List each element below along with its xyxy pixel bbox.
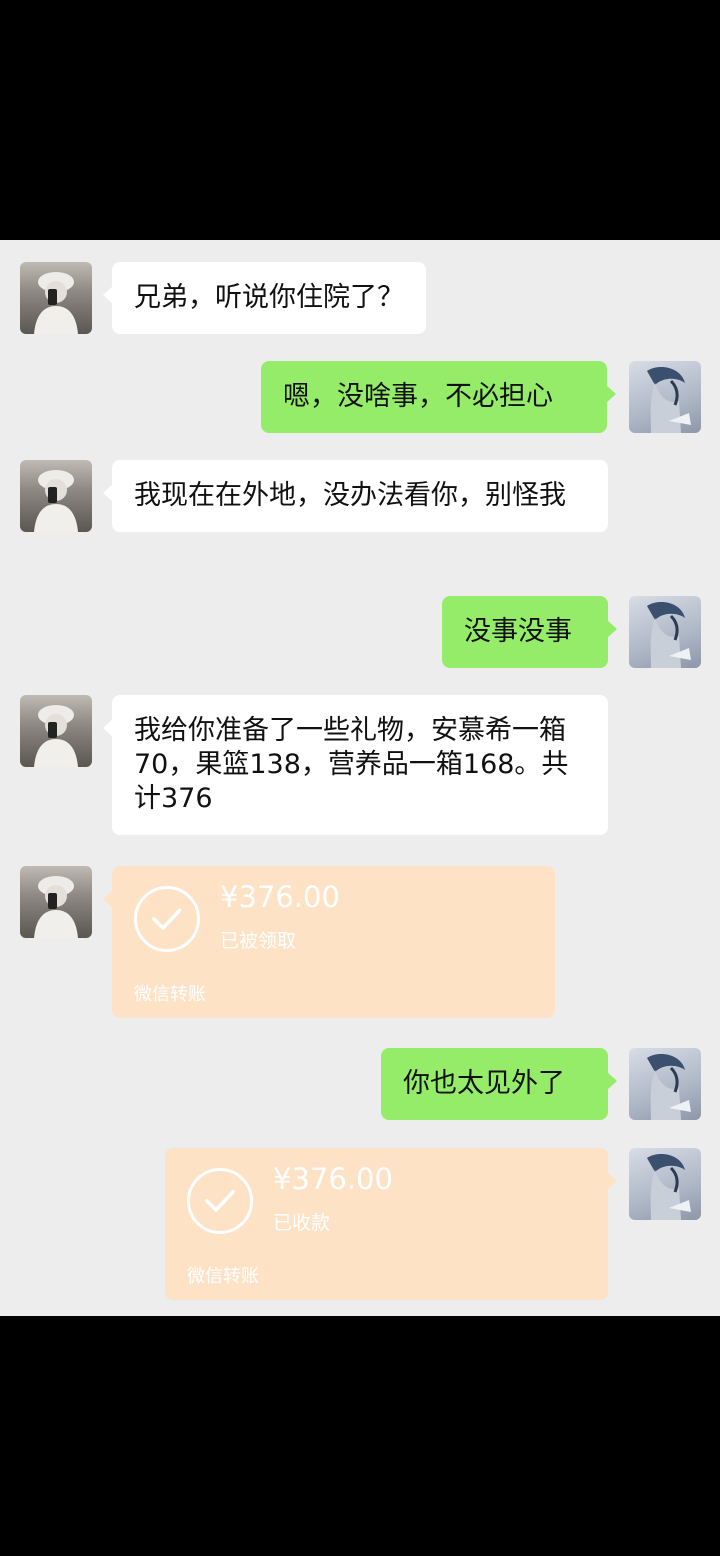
person-photo-icon — [34, 705, 78, 767]
anime-portrait-icon — [647, 367, 691, 433]
anime-portrait-icon — [647, 602, 691, 668]
chat-area[interactable]: 兄弟，听说你住院了？ 嗯，没啥事，不必担心 我现在在外地，没办法看你，别怪我 没… — [0, 240, 720, 1316]
message-bubble-outgoing[interactable]: 你也太见外了 — [381, 1048, 617, 1120]
check-circle-icon — [134, 886, 200, 952]
my-avatar[interactable] — [629, 1048, 701, 1120]
message-bubble-outgoing[interactable]: 嗯，没啥事，不必担心 — [261, 361, 616, 433]
my-avatar[interactable] — [629, 361, 701, 433]
message-bubble-incoming[interactable]: 我现在在外地，没办法看你，别怪我 — [103, 460, 608, 532]
transfer-card-incoming[interactable]: ¥376.00 已被领取 微信转账 — [103, 866, 555, 1018]
friend-avatar[interactable] — [20, 460, 92, 532]
transfer-amount: ¥376.00 — [273, 1162, 393, 1196]
transfer-card-outgoing[interactable]: ¥376.00 已收款 微信转账 — [165, 1148, 617, 1300]
person-photo-icon — [34, 470, 78, 532]
check-circle-icon — [187, 1168, 253, 1234]
friend-avatar[interactable] — [20, 866, 92, 938]
phone-screen: 兄弟，听说你住院了？ 嗯，没啥事，不必担心 我现在在外地，没办法看你，别怪我 没… — [0, 0, 720, 1556]
message-bubble-outgoing[interactable]: 没事没事 — [442, 596, 617, 668]
my-avatar[interactable] — [629, 596, 701, 668]
person-photo-icon — [34, 272, 78, 334]
friend-avatar[interactable] — [20, 262, 92, 334]
message-bubble-incoming[interactable]: 我给你准备了一些礼物，安慕希一箱70，果篮138，营养品一箱168。共计376 — [103, 695, 608, 835]
transfer-label: 微信转账 — [134, 984, 206, 1005]
transfer-status: 已收款 — [273, 1212, 331, 1234]
my-avatar[interactable] — [629, 1148, 701, 1220]
anime-portrait-icon — [647, 1154, 691, 1220]
anime-portrait-icon — [647, 1054, 691, 1120]
transfer-amount: ¥376.00 — [220, 880, 340, 914]
message-bubble-incoming[interactable]: 兄弟，听说你住院了？ — [103, 262, 426, 334]
person-photo-icon — [34, 876, 78, 938]
transfer-status: 已被领取 — [220, 930, 297, 952]
friend-avatar[interactable] — [20, 695, 92, 767]
transfer-label: 微信转账 — [187, 1266, 259, 1287]
